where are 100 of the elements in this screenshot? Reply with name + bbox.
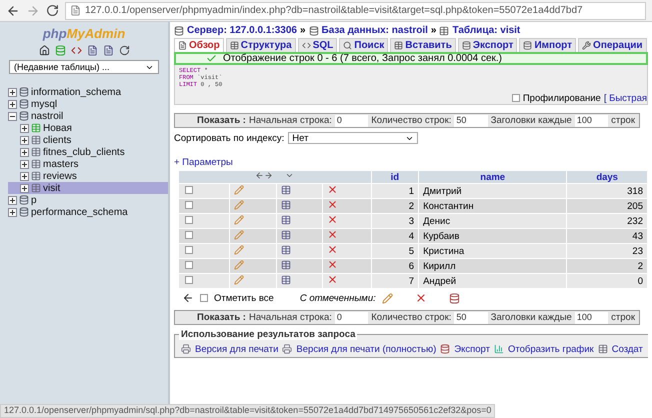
tab[interactable]: Импорт [519,38,576,52]
table-cell: 6 [372,259,418,273]
reload-icon [46,4,59,17]
tab[interactable]: Структура [226,38,296,52]
action-link[interactable]: Отобразить график [508,344,594,354]
page-icon [70,5,81,16]
expand-icon[interactable] [8,196,17,204]
bar-chart-icon [494,344,504,354]
column-header[interactable]: name [419,171,566,183]
check-all-checkbox[interactable] [200,294,208,302]
table-cell: Курбаив [419,229,566,243]
table-icon [31,135,41,145]
breadcrumb-separator: » [430,25,436,36]
expand-icon[interactable] [20,148,29,156]
table-cell: 1 [372,184,418,198]
expand-icon[interactable] [20,136,29,144]
collapse-icon[interactable] [8,112,17,120]
tab-icon [462,41,471,50]
profiling-label: Профилирование [522,94,601,102]
tab[interactable]: Поиск [339,38,388,52]
recent-tables-dropdown[interactable]: (Недавние таблицы) ... [9,60,159,74]
tree-item[interactable]: p [8,194,168,206]
table-cell: 3 [372,214,418,228]
breadcrumb-link[interactable]: База данных: nastroil [322,25,428,36]
tab[interactable]: Экспорт [458,38,518,52]
headers-every-label: Заголовки каждые [490,115,572,126]
tab-icon [302,41,311,50]
row-checkbox[interactable] [185,216,193,224]
tree-item[interactable]: visit [8,182,168,194]
expand-icon[interactable] [8,88,17,96]
tree-item[interactable]: masters [8,158,168,170]
table-icon [439,26,450,36]
row-checkbox[interactable] [185,246,193,254]
row-checkbox[interactable] [185,230,193,238]
tab-icon [582,41,592,50]
sql-icon [70,45,82,56]
row-count-label: Количество строк: [371,115,452,126]
printer-icon [181,344,191,354]
tree-item[interactable]: clients [8,134,168,146]
check-icon [206,53,217,64]
table-cell: 318 [567,184,647,198]
action-link[interactable]: Экспорт [454,344,490,354]
table-icon [31,147,41,157]
table-cell: 43 [567,229,647,243]
tab-icon [343,41,352,50]
options-link[interactable]: + Параметры [174,157,233,168]
tree-item[interactable]: Новая [8,122,168,134]
tree-item[interactable]: fitnes_club_clients [8,146,168,158]
headers-every-input[interactable]: 100 [574,114,608,126]
row-checkbox[interactable] [185,276,193,284]
headers-every-label: Заголовки каждые [490,312,572,323]
row-checkbox[interactable] [185,186,193,194]
address-bar[interactable]: 127.0.0.1/openserver/phpmyadmin/index.php?db=nastroil&table=visit&target=sql.php&token=55072e1a4dd7bd7 [65,2,646,20]
database-icon [174,26,184,36]
expand-icon[interactable] [20,172,29,180]
sort-select[interactable]: Нет [288,132,418,144]
row-checkbox[interactable] [185,200,193,208]
expand-icon[interactable] [20,184,29,192]
tree-item[interactable]: nastroil [8,110,168,122]
tree-item[interactable]: information_schema [8,86,168,98]
tree-item[interactable]: mysql [8,98,168,110]
column-header[interactable]: days [567,171,647,183]
panel-legend: Использование результатов запроса [179,329,358,340]
expand-icon[interactable] [8,208,17,216]
tab[interactable]: Операции [578,38,647,52]
with-selected-label: С отмеченными: [300,292,376,304]
breadcrumb-link[interactable]: Таблица: visit [452,25,520,36]
sort-label: Сортировать по индексу: [174,132,284,144]
expand-icon[interactable] [20,160,29,168]
row-checkbox[interactable] [185,260,193,268]
delete-icon [326,199,338,210]
action-link[interactable]: Версия для печати (полностью) [296,344,436,354]
row-count-input[interactable]: 50 [454,312,488,324]
tree-item[interactable]: reviews [8,170,168,182]
tab[interactable]: SQL [298,38,338,52]
logo: phpMyAdmin [42,26,126,41]
tab[interactable]: Обзор [174,38,224,52]
message-text: Отображение строк 0 - 6 (7 всего, Запрос занял 0.0004 сек.) [223,53,502,64]
database-icon [19,111,29,121]
column-header[interactable]: id [372,171,418,183]
caret-icon [285,171,294,180]
quick-edit-link[interactable]: [ Быстрая [604,94,647,102]
check-all-label[interactable]: Отметить все [214,292,274,304]
action-link[interactable]: Создат [612,344,643,354]
start-row-input[interactable]: 0 [334,114,368,126]
expand-icon[interactable] [20,124,29,132]
headers-every-input[interactable]: 100 [574,312,608,324]
start-row-input[interactable]: 0 [334,312,368,324]
tab[interactable]: Вставить [390,38,456,52]
left-arrow-icon [255,171,264,180]
table-icon [31,171,41,181]
row-count-input[interactable]: 50 [454,114,488,126]
profiling-checkbox[interactable] [512,94,520,102]
tree-item[interactable]: performance_schema [8,206,168,218]
action-link[interactable]: Версия для печати [195,344,278,354]
database-icon [19,87,29,97]
breadcrumb-link[interactable]: Сервер: 127.0.0.1:3306 [187,25,297,36]
row-count-label: Количество строк: [371,312,452,323]
edit-icon [382,292,393,304]
expand-icon[interactable] [8,100,17,108]
